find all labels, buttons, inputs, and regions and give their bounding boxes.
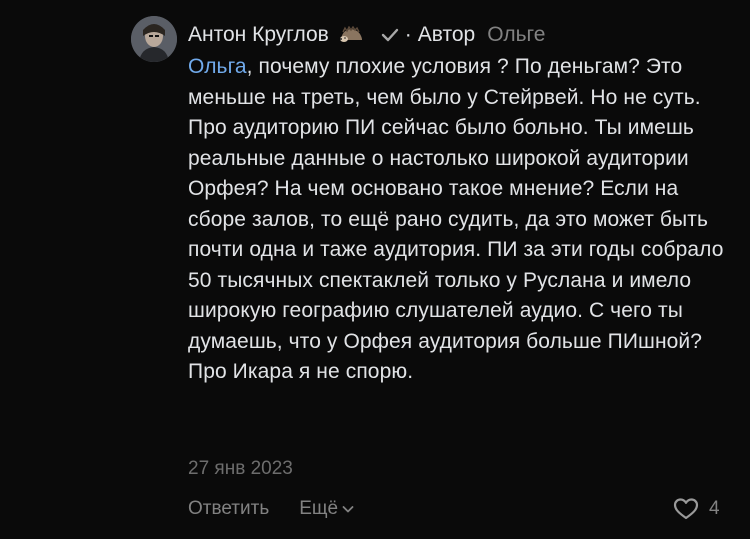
hedgehog-icon	[338, 25, 364, 44]
separator-dot: ·	[404, 23, 412, 46]
heart-icon	[673, 498, 699, 520]
comment-text: Ольга, почему плохие условия ? По деньга…	[188, 52, 733, 388]
comment-header: Антон Круглов · Автор Ольге	[188, 20, 545, 50]
checkmark-icon	[379, 26, 401, 44]
comment-actions: Ответить Ещё	[188, 494, 355, 524]
chevron-down-icon	[342, 506, 354, 513]
reply-button[interactable]: Ответить	[188, 498, 269, 520]
author-role-label: Автор	[417, 23, 476, 46]
mention-link[interactable]: Ольга	[188, 55, 247, 78]
comment-date[interactable]: 27 янв 2023	[188, 458, 293, 480]
reply-to-link[interactable]: Ольге	[487, 23, 545, 47]
more-label: Ещё	[299, 498, 339, 519]
like-count: 4	[709, 498, 720, 519]
more-button[interactable]: Ещё	[299, 498, 355, 520]
like-button[interactable]: 4	[673, 494, 720, 524]
comment-body: , почему плохие условия ? По деньгам? Эт…	[188, 55, 724, 383]
avatar[interactable]	[131, 16, 177, 62]
author-name[interactable]: Антон Круглов	[188, 23, 329, 47]
